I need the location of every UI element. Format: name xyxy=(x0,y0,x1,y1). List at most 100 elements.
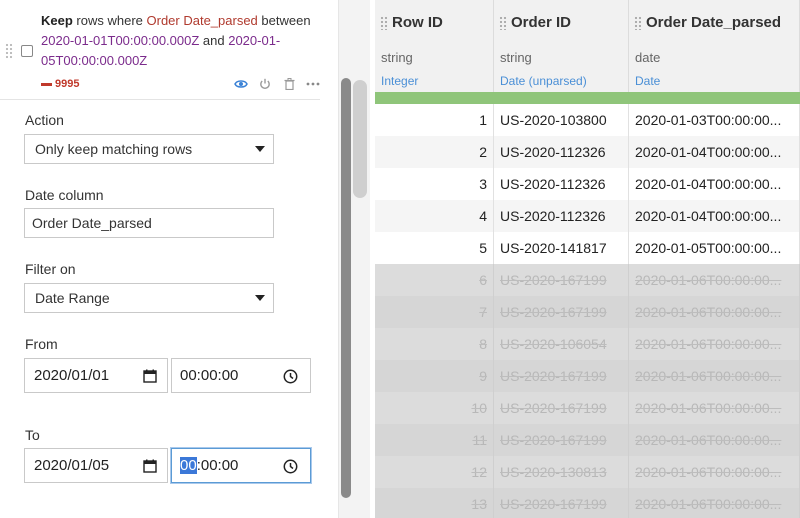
panel-splitter[interactable] xyxy=(338,0,370,518)
from-time-value: 00:00:00 xyxy=(180,367,239,384)
cell-order-date[interactable]: 2020-01-04T00:00:00... xyxy=(629,168,800,200)
cell-order-id[interactable]: US-2020-130813 xyxy=(494,456,629,488)
cell-order-date[interactable]: 2020-01-06T00:00:00... xyxy=(629,488,800,518)
from-time-input[interactable]: 00:00:00 xyxy=(171,358,311,393)
clock-icon[interactable] xyxy=(283,459,298,474)
cell-row-id[interactable]: 8 xyxy=(375,328,494,360)
calendar-icon[interactable] xyxy=(143,369,157,383)
table-row[interactable]: 6 US-2020-167199 2020-01-06T00:00:00... xyxy=(375,264,800,296)
column-type: string xyxy=(500,50,532,65)
to-time-input[interactable]: 00:00:00 xyxy=(171,448,311,483)
cell-row-id[interactable]: 10 xyxy=(375,392,494,424)
filter-on-label: Filter on xyxy=(25,261,76,277)
clock-icon[interactable] xyxy=(283,369,298,384)
vertical-scrollbar[interactable] xyxy=(341,78,351,498)
table-row[interactable]: 4 US-2020-112326 2020-01-04T00:00:00... xyxy=(375,200,800,232)
action-select[interactable]: Only keep matching rows xyxy=(24,134,274,164)
action-label: Action xyxy=(25,112,64,128)
cell-order-date[interactable]: 2020-01-06T00:00:00... xyxy=(629,328,800,360)
cell-order-date[interactable]: 2020-01-03T00:00:00... xyxy=(629,104,800,136)
cell-order-id[interactable]: US-2020-167199 xyxy=(494,360,629,392)
cell-order-id[interactable]: US-2020-167199 xyxy=(494,264,629,296)
column-header-order-id[interactable]: Order ID string Date (unparsed) xyxy=(494,0,629,92)
cell-row-id[interactable]: 4 xyxy=(375,200,494,232)
cell-order-id[interactable]: US-2020-167199 xyxy=(494,296,629,328)
cell-order-date[interactable]: 2020-01-06T00:00:00... xyxy=(629,264,800,296)
step-text: between xyxy=(257,13,311,28)
cell-order-date[interactable]: 2020-01-06T00:00:00... xyxy=(629,456,800,488)
filter-step-panel: Keep rows where Order Date_parsed betwee… xyxy=(0,0,338,518)
cell-order-date[interactable]: 2020-01-05T00:00:00... xyxy=(629,232,800,264)
cell-row-id[interactable]: 3 xyxy=(375,168,494,200)
cell-order-date[interactable]: 2020-01-04T00:00:00... xyxy=(629,136,800,168)
step-from-value: 2020-01-01T00:00:00.000Z xyxy=(41,33,200,48)
filter-on-selected-value: Date Range xyxy=(35,290,110,306)
removed-count: 9995 xyxy=(55,78,80,90)
cell-row-id[interactable]: 12 xyxy=(375,456,494,488)
drag-handle-icon[interactable] xyxy=(380,16,388,30)
step-keyword: Keep xyxy=(41,13,73,28)
table-row[interactable]: 9 US-2020-167199 2020-01-06T00:00:00... xyxy=(375,360,800,392)
step-select-checkbox[interactable] xyxy=(21,45,33,57)
column-name: Order ID xyxy=(511,14,572,31)
table-row[interactable]: 3 US-2020-112326 2020-01-04T00:00:00... xyxy=(375,168,800,200)
column-name: Order Date_parsed xyxy=(646,14,782,31)
to-date-input[interactable]: 2020/01/05 xyxy=(24,448,168,483)
cell-order-id[interactable]: US-2020-141817 xyxy=(494,232,629,264)
cell-order-id[interactable]: US-2020-112326 xyxy=(494,200,629,232)
trash-icon[interactable] xyxy=(277,75,301,93)
cell-row-id[interactable]: 7 xyxy=(375,296,494,328)
to-time-hour-selected[interactable]: 00 xyxy=(180,457,197,474)
from-date-value: 2020/01/01 xyxy=(34,367,110,384)
minus-icon xyxy=(41,82,52,86)
drag-handle-icon[interactable] xyxy=(499,16,507,30)
power-icon[interactable] xyxy=(253,75,277,93)
table-row[interactable]: 5 US-2020-141817 2020-01-05T00:00:00... xyxy=(375,232,800,264)
drag-handle-icon[interactable] xyxy=(5,43,13,59)
from-date-input[interactable]: 2020/01/01 xyxy=(24,358,168,393)
cell-order-id[interactable]: US-2020-112326 xyxy=(494,136,629,168)
cell-order-date[interactable]: 2020-01-06T00:00:00... xyxy=(629,360,800,392)
cell-order-id[interactable]: US-2020-103800 xyxy=(494,104,629,136)
column-header-row-id[interactable]: Row ID string Integer xyxy=(375,0,494,92)
table-row[interactable]: 2 US-2020-112326 2020-01-04T00:00:00... xyxy=(375,136,800,168)
column-meaning-link[interactable]: Date xyxy=(635,74,660,88)
more-icon[interactable] xyxy=(301,75,325,93)
cell-order-id[interactable]: US-2020-167199 xyxy=(494,488,629,518)
cell-row-id[interactable]: 6 xyxy=(375,264,494,296)
step-summary[interactable]: Keep rows where Order Date_parsed betwee… xyxy=(0,0,320,100)
cell-row-id[interactable]: 5 xyxy=(375,232,494,264)
cell-order-date[interactable]: 2020-01-06T00:00:00... xyxy=(629,296,800,328)
cell-order-date[interactable]: 2020-01-06T00:00:00... xyxy=(629,392,800,424)
drag-handle-icon[interactable] xyxy=(634,16,642,30)
cell-row-id[interactable]: 1 xyxy=(375,104,494,136)
cell-row-id[interactable]: 2 xyxy=(375,136,494,168)
table-row[interactable]: 7 US-2020-167199 2020-01-06T00:00:00... xyxy=(375,296,800,328)
cell-order-id[interactable]: US-2020-112326 xyxy=(494,168,629,200)
date-column-input[interactable] xyxy=(24,208,274,238)
cell-order-id[interactable]: US-2020-167199 xyxy=(494,392,629,424)
cell-order-id[interactable]: US-2020-106054 xyxy=(494,328,629,360)
cell-order-id[interactable]: US-2020-167199 xyxy=(494,424,629,456)
column-header-order-date-parsed[interactable]: Order Date_parsed date Date xyxy=(629,0,800,92)
cell-row-id[interactable]: 11 xyxy=(375,424,494,456)
cell-order-date[interactable]: 2020-01-06T00:00:00... xyxy=(629,424,800,456)
table-row[interactable]: 1 US-2020-103800 2020-01-03T00:00:00... xyxy=(375,104,800,136)
caret-down-icon xyxy=(255,146,265,152)
table-row[interactable]: 13 US-2020-167199 2020-01-06T00:00:00... xyxy=(375,488,800,518)
column-meaning-link[interactable]: Date (unparsed) xyxy=(500,74,587,88)
splitter-grip[interactable] xyxy=(353,80,367,198)
action-selected-value: Only keep matching rows xyxy=(35,141,193,157)
cell-row-id[interactable]: 9 xyxy=(375,360,494,392)
eye-icon[interactable] xyxy=(229,75,253,93)
calendar-icon[interactable] xyxy=(143,459,157,473)
cell-order-date[interactable]: 2020-01-04T00:00:00... xyxy=(629,200,800,232)
cell-row-id[interactable]: 13 xyxy=(375,488,494,518)
filter-on-select[interactable]: Date Range xyxy=(24,283,274,313)
table-row[interactable]: 8 US-2020-106054 2020-01-06T00:00:00... xyxy=(375,328,800,360)
table-row[interactable]: 10 US-2020-167199 2020-01-06T00:00:00... xyxy=(375,392,800,424)
table-row[interactable]: 11 US-2020-167199 2020-01-06T00:00:00... xyxy=(375,424,800,456)
column-meaning-link[interactable]: Integer xyxy=(381,74,418,88)
table-row[interactable]: 12 US-2020-130813 2020-01-06T00:00:00... xyxy=(375,456,800,488)
step-column: Order Date_parsed xyxy=(146,13,258,28)
